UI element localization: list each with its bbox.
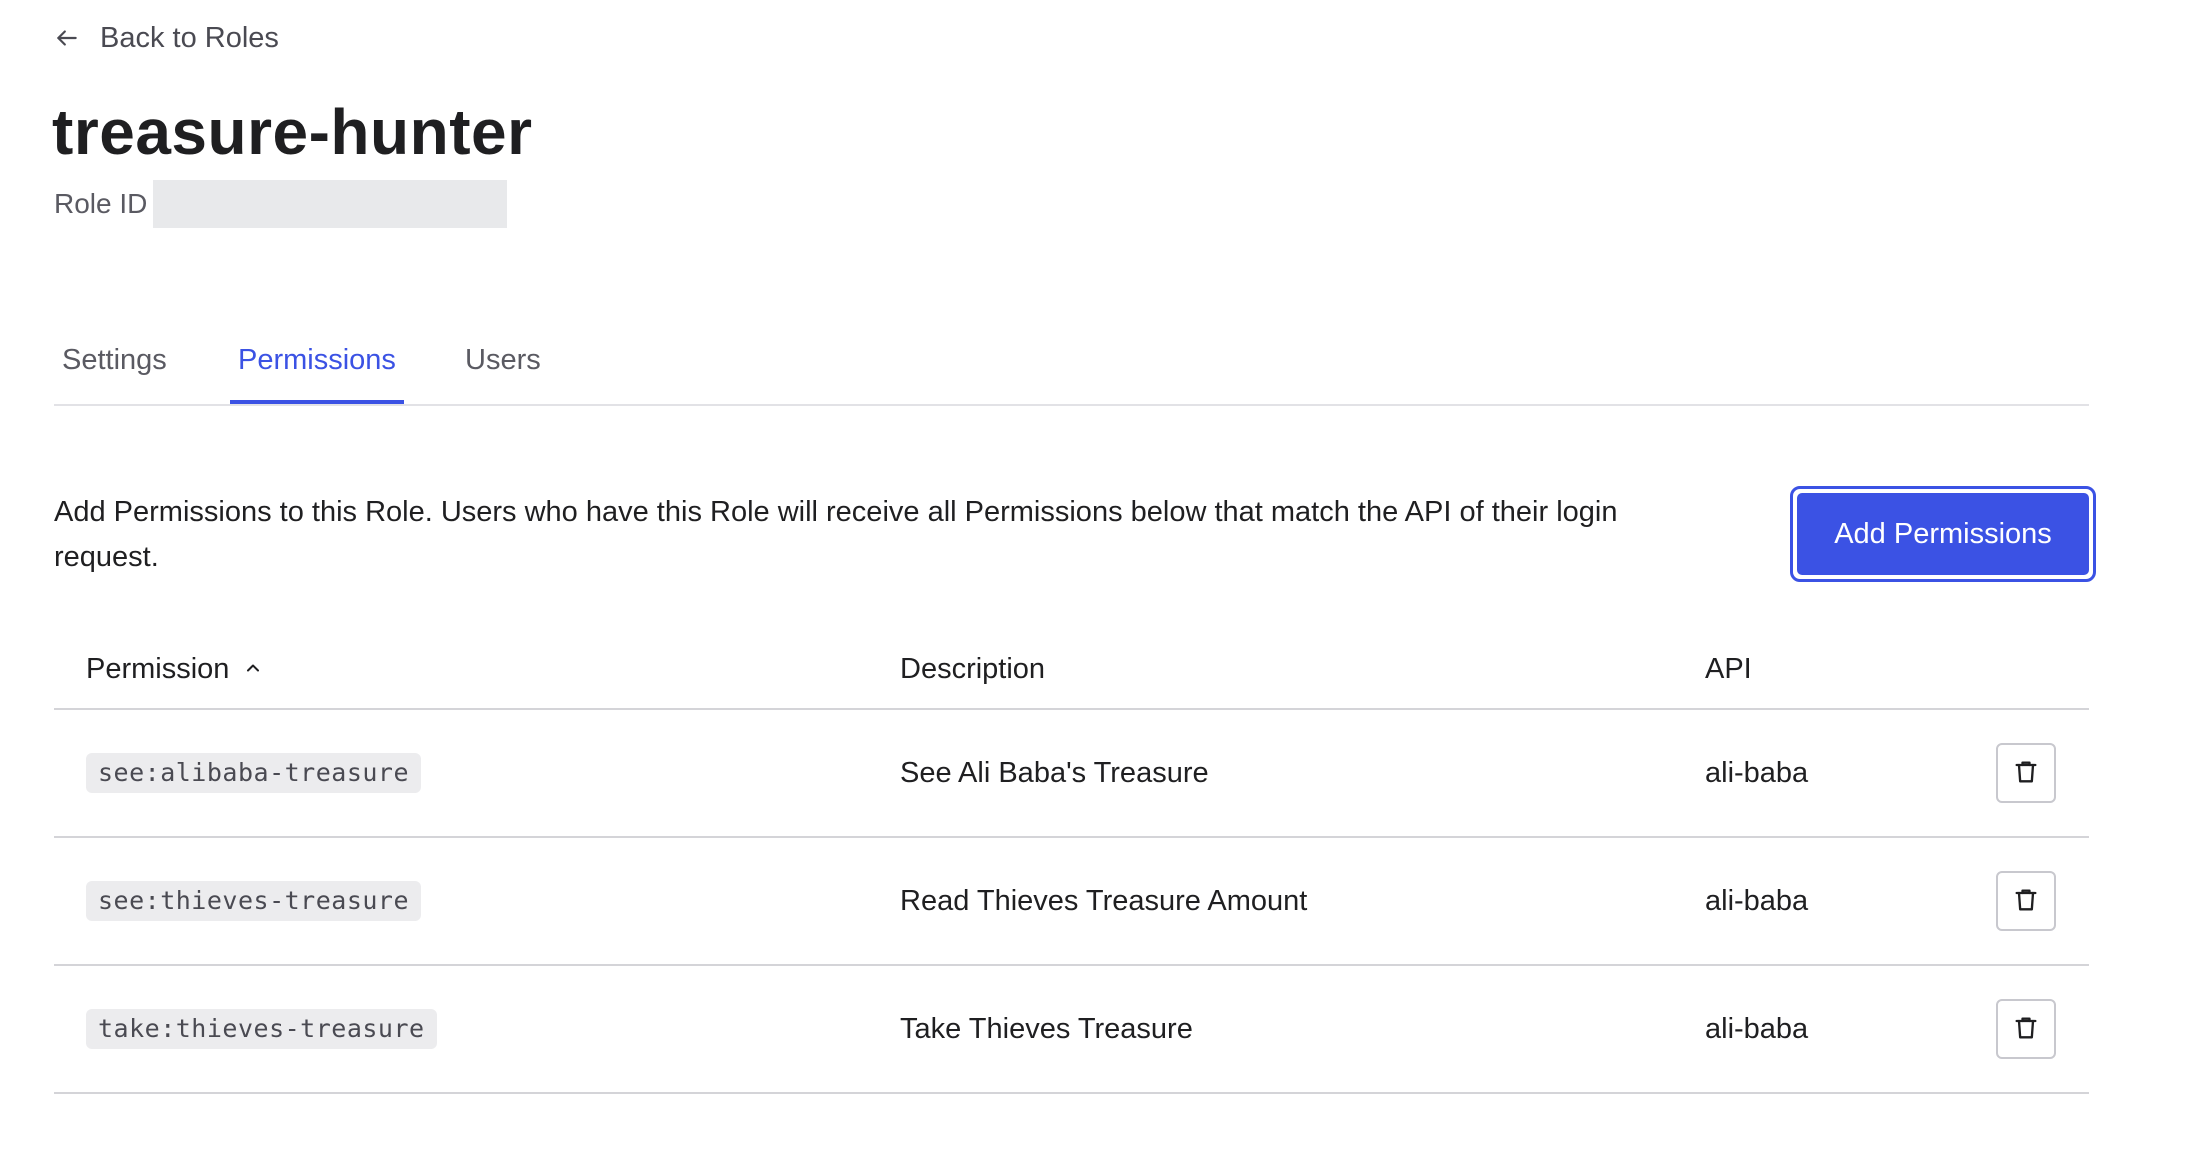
table-row: see:thieves-treasure Read Thieves Treasu… [54, 838, 2089, 966]
api-cell: ali-baba [1705, 1012, 1809, 1045]
trash-icon [2012, 1014, 2040, 1045]
description-cell: Read Thieves Treasure Amount [900, 884, 1308, 917]
tab-permissions[interactable]: Permissions [230, 320, 404, 404]
back-link-label: Back to Roles [100, 22, 279, 54]
add-permissions-focus-ring: Add Permissions [1790, 486, 2096, 582]
permissions-table: Permission Description API see:alibaba-t… [54, 630, 2089, 1094]
description-cell: Take Thieves Treasure [900, 1012, 1193, 1045]
table-header: Permission Description API [54, 630, 2089, 710]
api-cell: ali-baba [1705, 756, 1809, 789]
role-id-row: Role ID [54, 180, 508, 228]
role-id-label: Role ID [54, 188, 148, 219]
arrow-left-icon [54, 25, 80, 51]
column-header-permission[interactable]: Permission [86, 630, 263, 708]
page-title: treasure-hunter [52, 96, 533, 168]
column-header-description: Description [900, 653, 1046, 685]
trash-icon [2012, 758, 2040, 789]
table-row: see:alibaba-treasure See Ali Baba's Trea… [54, 710, 2089, 838]
role-id-value[interactable] [153, 180, 508, 228]
permissions-intro-text: Add Permissions to this Role. Users who … [54, 496, 1618, 573]
permission-code: take:thieves-treasure [86, 1009, 437, 1049]
delete-permission-button[interactable] [1996, 743, 2056, 803]
back-to-roles-link[interactable]: Back to Roles [54, 18, 279, 58]
permission-cell: take:thieves-treasure [86, 966, 437, 1092]
tab-settings[interactable]: Settings [54, 320, 175, 404]
description-cell: See Ali Baba's Treasure [900, 756, 1209, 789]
permission-cell: see:alibaba-treasure [86, 710, 422, 836]
delete-permission-button[interactable] [1996, 871, 2056, 931]
column-header-api: API [1705, 653, 1752, 685]
role-details-page: Back to Roles treasure-hunter Role ID Se… [0, 0, 2200, 1166]
add-permissions-button[interactable]: Add Permissions [1797, 493, 2089, 575]
permission-cell: see:thieves-treasure [86, 838, 422, 964]
chevron-up-icon [243, 630, 263, 708]
table-row: take:thieves-treasure Take Thieves Treas… [54, 966, 2089, 1094]
column-header-permission-label: Permission [86, 653, 230, 685]
trash-icon [2012, 886, 2040, 917]
tab-bar: Settings Permissions Users [54, 320, 2089, 406]
tab-users[interactable]: Users [457, 320, 549, 404]
permission-code: see:alibaba-treasure [86, 753, 422, 793]
api-cell: ali-baba [1705, 884, 1809, 917]
permission-code: see:thieves-treasure [86, 881, 422, 921]
delete-permission-button[interactable] [1996, 999, 2056, 1059]
